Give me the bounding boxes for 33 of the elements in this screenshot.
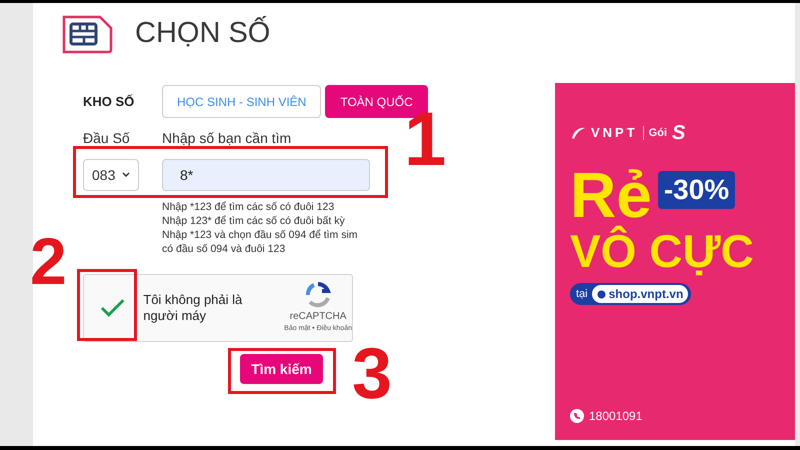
hint-text: có đầu số 094 và đuôi 123	[162, 242, 286, 256]
recaptcha-logo-icon	[304, 281, 332, 310]
stock-label: KHO SỐ	[83, 92, 136, 111]
package-letter: S	[672, 123, 686, 143]
brand-label: VNPT	[591, 124, 638, 142]
hint-text: Nhập *123 và chọn đầu số 094 để tìm sim	[162, 228, 359, 242]
globe-icon	[596, 290, 606, 298]
number-input-field[interactable]: 8*	[162, 159, 370, 191]
site-pill[interactable]: tại shop.vnpt.vn	[570, 283, 692, 305]
highlight-frame	[77, 269, 137, 341]
number-label: Nhập số bạn cần tìm	[162, 129, 292, 148]
headline-text: VÔ CỰC	[570, 225, 754, 277]
sim-card-icon	[62, 14, 113, 54]
phone-number: 18001091	[589, 408, 642, 425]
package-label: Gói	[648, 126, 668, 141]
checkmark-icon[interactable]	[100, 298, 126, 318]
search-button[interactable]: Tìm kiếm	[240, 354, 323, 384]
headline-text: Rẻ	[570, 165, 652, 225]
phone-icon	[570, 409, 584, 423]
prefix-label: Đầu Số	[83, 129, 131, 148]
chevron-down-icon	[122, 172, 130, 178]
hint-text: Nhập *123 để tìm các số có đuôi 123	[162, 200, 336, 214]
recaptcha-brand: reCAPTCHA	[290, 310, 346, 324]
page-title: CHỌN SỐ	[135, 15, 270, 52]
captcha-label: Tôi không phải là người máy	[143, 292, 244, 324]
at-label: tại	[576, 286, 588, 302]
step-number: 3	[352, 338, 392, 410]
hint-text: Nhập 123* để tìm các số có đuôi bất kỳ	[162, 214, 346, 228]
site-link: shop.vnpt.vn	[608, 286, 684, 303]
vnpt-logo-icon	[570, 126, 586, 140]
step-number: 2	[30, 228, 67, 294]
prefix-select[interactable]: 083	[83, 159, 139, 191]
discount-badge: -30%	[658, 171, 736, 209]
